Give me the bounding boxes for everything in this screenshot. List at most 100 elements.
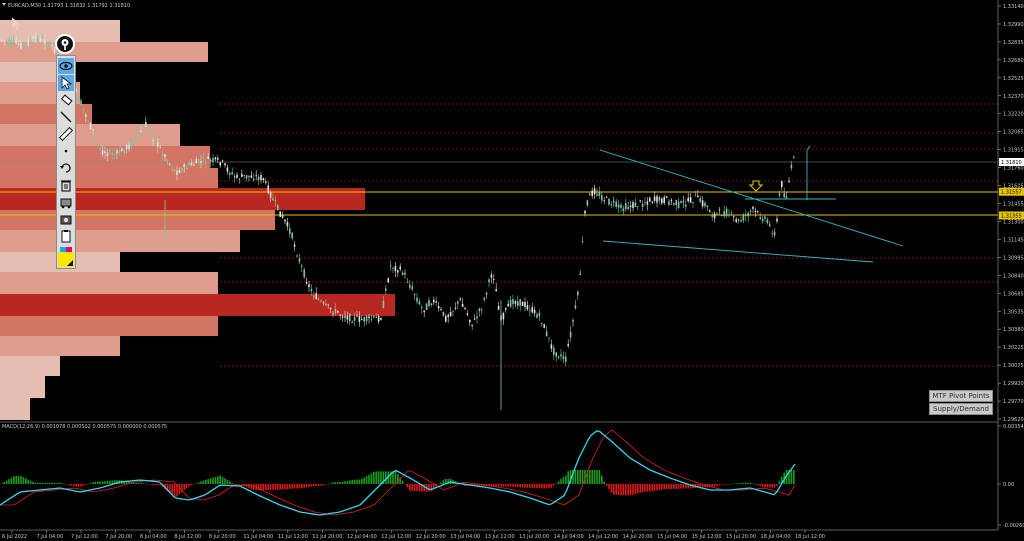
macd-histogram-bar bbox=[536, 484, 538, 489]
candle-body bbox=[365, 315, 368, 322]
macd-histogram-bar bbox=[577, 470, 579, 484]
candle-body bbox=[598, 192, 601, 196]
dot-icon[interactable] bbox=[58, 143, 74, 159]
candle-body bbox=[219, 162, 221, 166]
macd-histogram-bar bbox=[409, 484, 411, 491]
candle-body bbox=[459, 298, 461, 300]
clipboard-icon[interactable] bbox=[58, 228, 74, 244]
candle-body bbox=[790, 164, 793, 169]
candle-body bbox=[385, 288, 387, 291]
macd-histogram-bar bbox=[337, 482, 339, 484]
candle-body bbox=[133, 141, 135, 145]
macd-histogram-bar bbox=[205, 479, 207, 484]
trendline-cap[interactable] bbox=[806, 145, 811, 151]
macd-histogram-bar bbox=[341, 481, 344, 484]
candle-body bbox=[274, 200, 277, 202]
candle-body bbox=[668, 201, 670, 205]
trash-icon[interactable] bbox=[58, 177, 74, 193]
candle-body bbox=[589, 194, 591, 196]
macd-histogram-bar bbox=[363, 477, 365, 484]
time-label: 13 Jul 20:00 bbox=[519, 534, 549, 540]
candle-body bbox=[437, 305, 440, 309]
macd-histogram-bar bbox=[221, 476, 224, 484]
price-label: 1.31145 bbox=[1003, 237, 1024, 243]
candle-body bbox=[389, 265, 392, 267]
supply-demand-zone bbox=[0, 356, 60, 376]
supply-demand-zone bbox=[0, 42, 208, 62]
price-axis[interactable]: 1.33140 1.32990 1.32835 1.32680 1.32525 1.323… bbox=[998, 4, 1024, 423]
candle-body bbox=[341, 316, 344, 318]
candle-body bbox=[713, 213, 716, 219]
time-label: 18 Jul 12:00 bbox=[795, 534, 825, 540]
mtf-pivot-points-button[interactable]: MTF Pivot Points bbox=[929, 390, 993, 402]
candle-body bbox=[742, 215, 745, 221]
candle-body bbox=[641, 203, 644, 207]
macd-histogram-bar bbox=[277, 484, 279, 490]
candle-body bbox=[334, 308, 337, 313]
candle-body bbox=[526, 305, 529, 310]
yellow-line-tag-lower: 1.31355 bbox=[1001, 213, 1022, 219]
cursor-icon[interactable] bbox=[58, 75, 74, 91]
time-axis[interactable]: 6 Jul 2022 7 Jul 04:00 7 Jul 12:00 7 Jul 20… bbox=[2, 530, 825, 540]
macd-histogram-bar bbox=[296, 484, 298, 489]
price-label: 1.29770 bbox=[1003, 399, 1024, 405]
candle-body bbox=[617, 204, 620, 208]
camera-icon[interactable] bbox=[58, 211, 74, 227]
candle-body bbox=[497, 305, 500, 310]
candle-body bbox=[346, 315, 349, 320]
macd-histogram-bar bbox=[313, 484, 315, 487]
supply-demand-button[interactable]: Supply/Demand bbox=[929, 403, 993, 415]
macd-histogram-bar bbox=[154, 484, 157, 486]
macd-histogram-bar bbox=[622, 484, 625, 496]
candle-body bbox=[591, 190, 593, 196]
eraser-icon[interactable] bbox=[58, 92, 74, 108]
macd-histogram-bar bbox=[625, 484, 627, 496]
ruler-icon[interactable] bbox=[58, 126, 74, 142]
eye-icon[interactable] bbox=[58, 58, 74, 74]
undo-icon[interactable] bbox=[58, 160, 74, 176]
macd-histogram-bar bbox=[212, 477, 214, 484]
candle-body bbox=[615, 201, 617, 207]
macd-histogram-bar bbox=[332, 482, 334, 484]
candle-body bbox=[788, 180, 790, 182]
macd-histogram-bar bbox=[361, 479, 363, 484]
macd-histogram-bar bbox=[157, 484, 159, 486]
macd-histogram-bar bbox=[85, 484, 87, 485]
highlight-icon[interactable] bbox=[58, 252, 74, 267]
candle-body bbox=[548, 337, 550, 339]
candle-body bbox=[430, 303, 433, 306]
wedge-upper-trendline[interactable] bbox=[599, 149, 904, 247]
macd-histogram-bar bbox=[368, 474, 370, 484]
candle-body bbox=[197, 159, 200, 164]
price-chart[interactable]: EURCAD,M30 1.31793 1.31832 1.31792 1.318… bbox=[0, 0, 1024, 541]
candle-body bbox=[157, 142, 159, 147]
macd-histogram-bar bbox=[233, 484, 236, 485]
candle-body bbox=[363, 317, 365, 322]
macd-histogram-bar bbox=[548, 484, 550, 489]
candle-body bbox=[773, 231, 776, 236]
candle-body bbox=[176, 170, 178, 175]
macd-histogram-bar bbox=[22, 477, 25, 484]
candle-body bbox=[476, 316, 478, 319]
macd-histogram-bar bbox=[106, 480, 109, 484]
macd-histogram-bar bbox=[58, 482, 61, 484]
time-label: 15 Jul 20:00 bbox=[726, 534, 756, 540]
candle-body bbox=[485, 292, 488, 295]
toolbar-handle[interactable] bbox=[55, 34, 75, 54]
candle-body bbox=[440, 309, 442, 311]
candle-body bbox=[233, 176, 236, 178]
macd-histogram-bar bbox=[13, 476, 15, 484]
candle-body bbox=[296, 255, 298, 257]
wedge-lower-trendline[interactable] bbox=[602, 240, 874, 263]
candle-body bbox=[149, 132, 152, 135]
candle-body bbox=[87, 121, 89, 123]
macd-axis-label: -0.002603 bbox=[1003, 523, 1024, 529]
macd-histogram-bar bbox=[39, 482, 41, 484]
tray-icon[interactable] bbox=[58, 194, 74, 210]
candle-body bbox=[471, 324, 473, 327]
candle-body bbox=[701, 200, 704, 207]
trendline-drawings[interactable] bbox=[599, 145, 904, 263]
candle-body bbox=[490, 274, 493, 278]
macd-histogram-bar bbox=[557, 481, 560, 484]
line-icon[interactable] bbox=[58, 109, 74, 125]
